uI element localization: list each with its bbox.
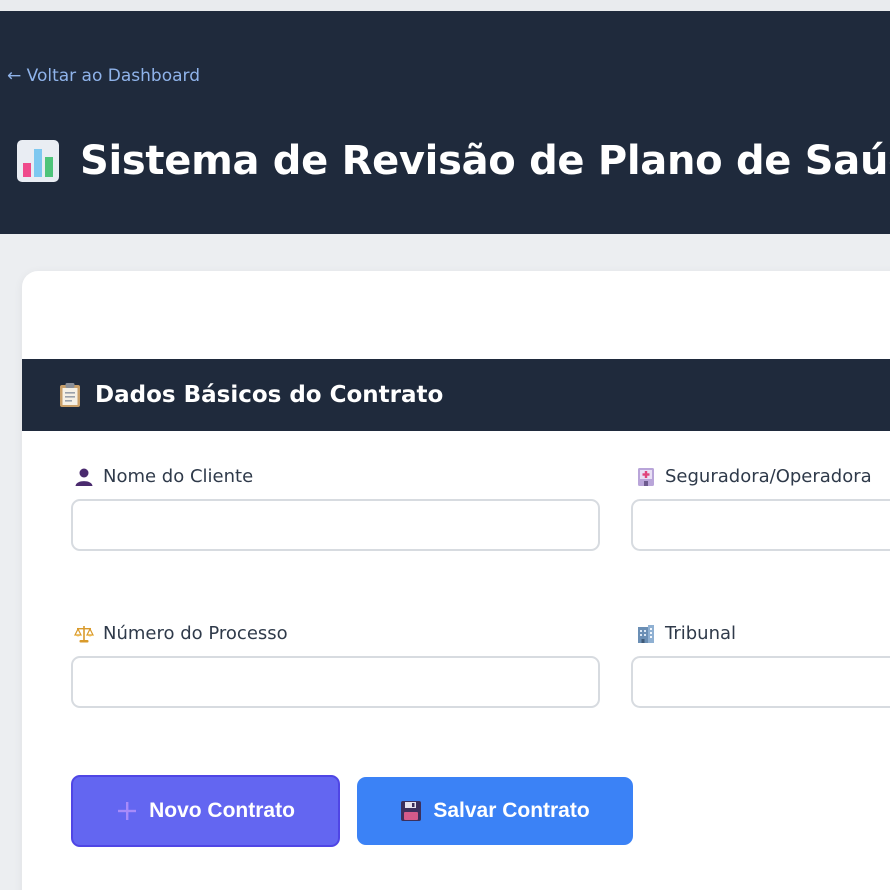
client-name-label: Nome do Cliente <box>74 466 253 487</box>
page: ← Voltar ao Dashboard Sistema de Revisão… <box>0 0 890 890</box>
client-name-label-text: Nome do Cliente <box>103 466 254 487</box>
hospital-icon <box>638 467 654 486</box>
insurer-label-text: Seguradora/Operadora <box>665 466 872 487</box>
bar-chart-icon <box>17 140 59 182</box>
floppy-disk-icon <box>401 801 422 821</box>
section-title: Dados Básicos do Contrato <box>95 382 444 408</box>
insurer-input[interactable] <box>631 499 890 551</box>
new-contract-label: Novo Contrato <box>149 799 295 822</box>
process-number-label-text: Número do Processo <box>103 623 288 644</box>
insurer-label: Seguradora/Operadora <box>636 466 872 487</box>
clipboard-icon <box>60 383 80 407</box>
scales-icon <box>74 625 94 642</box>
court-input[interactable] <box>631 656 890 708</box>
page-title: Sistema de Revisão de Plano de Saúde <box>80 138 890 184</box>
title-row: Sistema de Revisão de Plano de Saúde <box>16 131 890 191</box>
section-header: Dados Básicos do Contrato <box>22 359 890 431</box>
client-name-input[interactable] <box>71 499 600 551</box>
process-number-input[interactable] <box>71 656 600 708</box>
save-contract-button[interactable]: Salvar Contrato <box>357 777 633 845</box>
person-icon <box>75 468 93 486</box>
back-to-dashboard-link[interactable]: ← Voltar ao Dashboard <box>7 66 200 86</box>
court-label: Tribunal <box>636 623 736 644</box>
new-contract-button[interactable]: Novo Contrato <box>71 775 340 847</box>
building-icon <box>638 624 654 643</box>
page-header: ← Voltar ao Dashboard Sistema de Revisão… <box>0 11 890 234</box>
save-contract-label: Salvar Contrato <box>433 799 590 822</box>
plus-icon <box>118 802 137 820</box>
court-label-text: Tribunal <box>665 623 737 644</box>
top-strip <box>0 0 890 11</box>
process-number-label: Número do Processo <box>74 623 288 644</box>
